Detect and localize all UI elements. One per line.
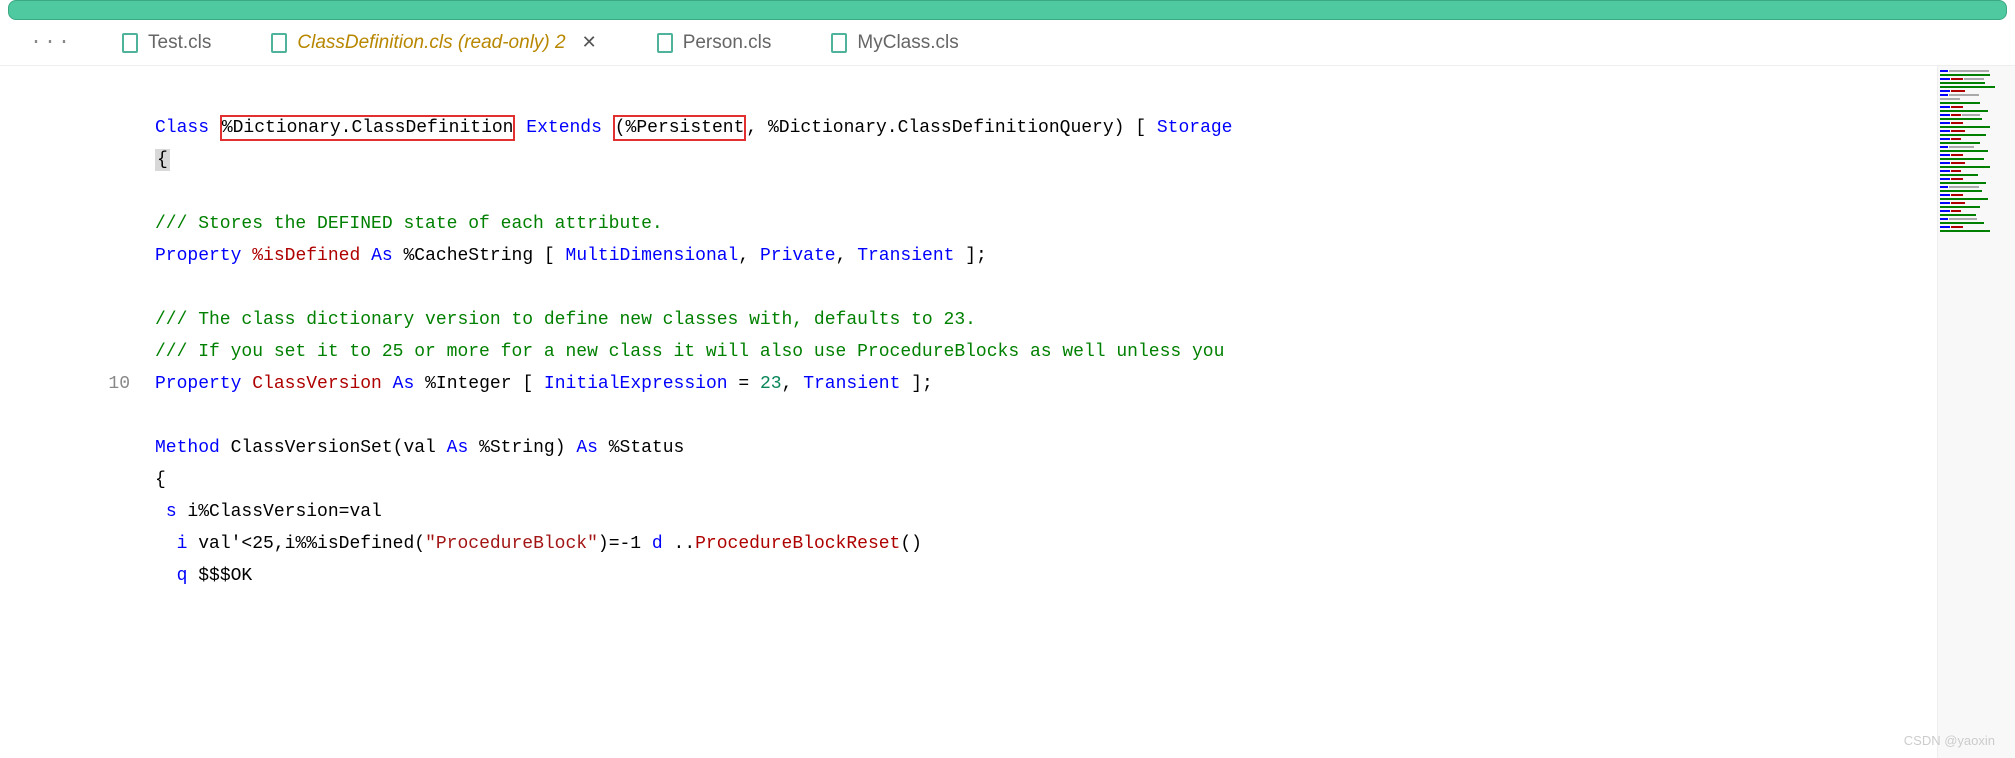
watermark: CSDN @yaoxin xyxy=(1904,733,1995,748)
property-name: ClassVersion xyxy=(252,374,382,394)
keyword-property: Property xyxy=(155,374,241,394)
keyword-method: Method xyxy=(155,438,220,458)
keyword-property: Property xyxy=(155,246,241,266)
property-name: %isDefined xyxy=(252,246,360,266)
tab-label: Test.cls xyxy=(148,32,211,54)
tab-myclass[interactable]: MyClass.cls xyxy=(801,20,988,66)
editor-area: 10 Class %Dictionary.ClassDefinition Ext… xyxy=(0,66,2015,758)
comment: /// Stores the DEFINED state of each att… xyxy=(155,214,663,234)
minimap[interactable] xyxy=(1937,66,2015,758)
overflow-menu-icon[interactable]: ··· xyxy=(10,31,92,54)
window-titlebar xyxy=(8,0,2007,20)
close-icon[interactable]: ✕ xyxy=(582,32,597,53)
line-gutter: 10 xyxy=(0,66,155,758)
tab-test[interactable]: Test.cls xyxy=(92,20,241,66)
tab-classdefinition[interactable]: ClassDefinition.cls (read-only) 2 ✕ xyxy=(241,20,626,66)
tab-label: MyClass.cls xyxy=(857,32,958,54)
file-icon xyxy=(831,33,847,53)
line-number: 10 xyxy=(0,368,130,400)
tab-label: ClassDefinition.cls (read-only) 2 xyxy=(297,32,565,54)
brace-open: { xyxy=(155,149,170,171)
highlight-super: (%Persistent xyxy=(613,115,747,141)
file-icon xyxy=(122,33,138,53)
comment: /// The class dictionary version to defi… xyxy=(155,310,976,330)
tab-label: Person.cls xyxy=(683,32,772,54)
keyword-class: Class xyxy=(155,118,209,138)
comment: /// If you set it to 25 or more for a ne… xyxy=(155,342,1224,362)
code-fold-bar: s i%ClassVersion=val i val'<25,i%%isDefi… xyxy=(155,496,922,592)
file-icon xyxy=(271,33,287,53)
code-content[interactable]: Class %Dictionary.ClassDefinition Extend… xyxy=(155,66,1937,758)
tab-bar: ··· Test.cls ClassDefinition.cls (read-o… xyxy=(0,20,2015,66)
tab-person[interactable]: Person.cls xyxy=(627,20,802,66)
file-icon xyxy=(657,33,673,53)
method-name: ClassVersionSet xyxy=(231,438,393,458)
highlight-classname: %Dictionary.ClassDefinition xyxy=(220,115,516,141)
keyword-extends: Extends xyxy=(526,118,602,138)
